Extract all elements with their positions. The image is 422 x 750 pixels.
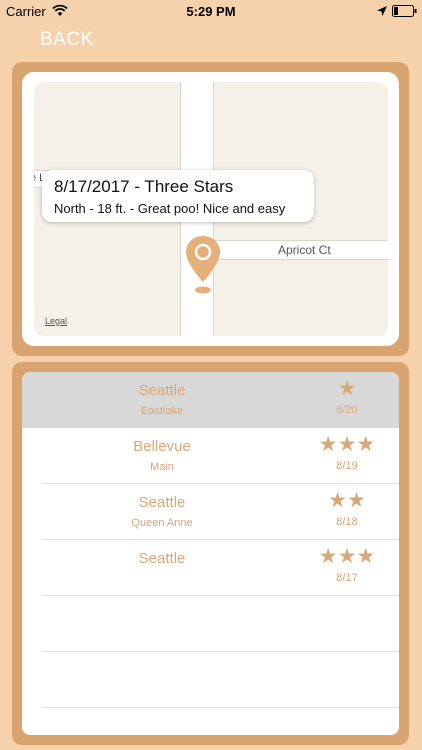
map-card: e L Apricot Ct 8/17/2017 - Three Stars N… [12, 62, 409, 356]
location-arrow-icon [377, 6, 387, 16]
list-item-neighborhood: Main [150, 461, 174, 473]
map-pin-icon[interactable] [185, 234, 221, 300]
callout-title: 8/17/2017 - Three Stars [54, 177, 234, 196]
list-item-date: 8/20 [336, 404, 358, 416]
street-label: Apricot Ct [278, 243, 331, 257]
map-view[interactable]: e L Apricot Ct 8/17/2017 - Three Stars N… [34, 82, 388, 336]
star-rating: ★★★ [318, 545, 376, 568]
list-item-city: Seattle [138, 382, 186, 399]
list-item-city: Seattle [138, 494, 186, 511]
callout-subtitle: North - 18 ft. - Great poo! Nice and eas… [54, 201, 286, 216]
list-item-city: Bellevue [133, 438, 191, 455]
list-item-date: 8/18 [336, 516, 358, 528]
star-rating: ★★ [328, 489, 366, 512]
list-item-neighborhood: Eastlake [140, 405, 184, 417]
battery-icon [392, 5, 417, 17]
list-item-neighborhood: Queen Anne [131, 517, 193, 529]
empty-row [22, 652, 399, 708]
history-list: Seattle Eastlake ★ 8/20 Bellevue Main ★★… [22, 372, 399, 735]
list-item-date: 8/19 [336, 460, 358, 472]
map-callout[interactable]: 8/17/2017 - Three Stars North - 18 ft. -… [42, 170, 314, 222]
status-bar: Carrier 5:29 PM [0, 0, 422, 22]
list-item[interactable]: Seattle ★★★ 8/17 [22, 540, 399, 596]
legal-link[interactable]: Legal [45, 316, 67, 326]
history-card: Seattle Eastlake ★ 8/20 Bellevue Main ★★… [12, 362, 409, 745]
list-item-date: 8/17 [336, 572, 358, 584]
list-item[interactable]: Seattle Eastlake ★ 8/20 [22, 372, 399, 428]
back-button[interactable]: BACK [40, 29, 94, 51]
star-rating: ★ [337, 377, 357, 400]
row-divider [42, 707, 399, 708]
empty-row [22, 596, 399, 652]
list-item[interactable]: Bellevue Main ★★★ 8/19 [22, 428, 399, 484]
list-item[interactable]: Seattle Queen Anne ★★ 8/18 [22, 484, 399, 540]
clock: 5:29 PM [186, 4, 236, 19]
map-card-inner: e L Apricot Ct 8/17/2017 - Three Stars N… [22, 72, 399, 346]
list-item-city: Seattle [138, 550, 186, 567]
star-rating: ★★★ [318, 433, 376, 456]
